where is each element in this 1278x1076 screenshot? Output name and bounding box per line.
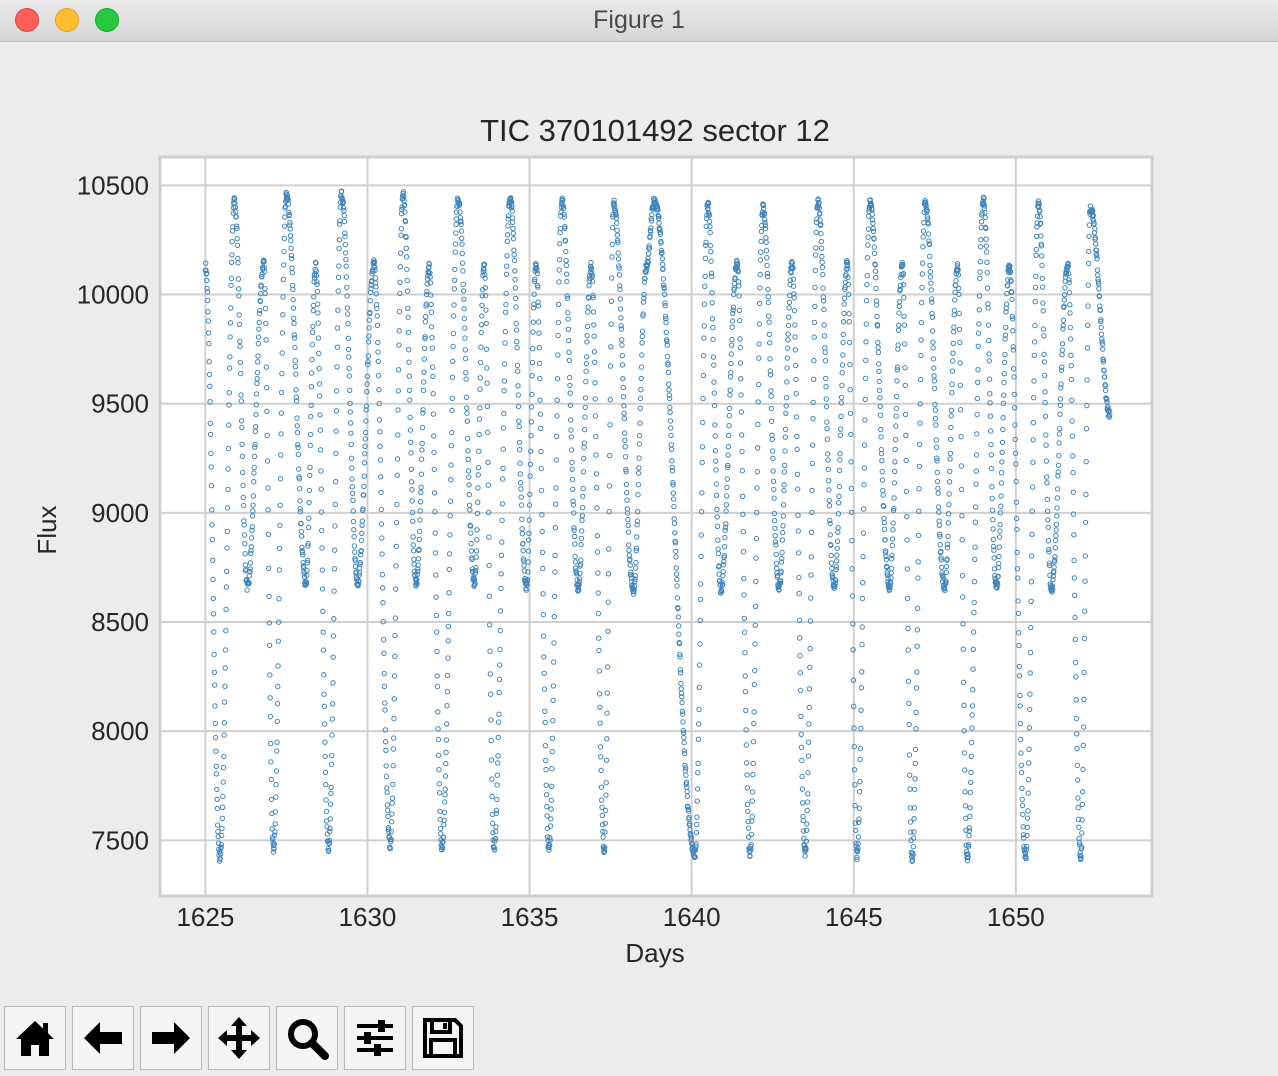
y-tick-label: 8500 <box>91 607 149 637</box>
y-axis-label: Flux <box>32 505 62 554</box>
y-tick-label: 10000 <box>77 280 149 310</box>
light-curve-chart[interactable]: TIC 370101492 sector 12 1625 1630 1635 1640… <box>0 42 1278 1000</box>
configure-subplots-button[interactable] <box>344 1006 406 1070</box>
x-axis-label: Days <box>625 938 684 968</box>
window-titlebar: Figure 1 <box>0 0 1278 42</box>
zoom-button[interactable] <box>276 1006 338 1070</box>
x-tick-label: 1630 <box>339 902 397 932</box>
save-button[interactable] <box>412 1006 474 1070</box>
x-tick-label: 1645 <box>825 902 883 932</box>
sliders-icon <box>357 1020 393 1056</box>
y-tick-label: 9000 <box>91 498 149 528</box>
y-tick-label: 8000 <box>91 716 149 746</box>
navigation-toolbar <box>0 1002 1278 1076</box>
arrow-right-icon <box>152 1022 190 1054</box>
move-icon <box>218 1017 260 1059</box>
back-button[interactable] <box>72 1006 134 1070</box>
arrow-left-icon <box>84 1022 122 1054</box>
x-tick-label: 1625 <box>176 902 234 932</box>
floppy-icon <box>423 1018 463 1058</box>
y-tick-label: 9500 <box>91 389 149 419</box>
x-tick-label: 1635 <box>501 902 559 932</box>
figure-window: Figure 1 TIC 370101492 sector 12 1625 163… <box>0 0 1278 1076</box>
x-tick-label: 1650 <box>987 902 1045 932</box>
figure-canvas[interactable]: TIC 370101492 sector 12 1625 1630 1635 1640… <box>0 42 1278 1000</box>
window-title: Figure 1 <box>593 6 685 34</box>
y-tick-label: 7500 <box>91 825 149 855</box>
home-icon <box>16 1021 54 1056</box>
y-tick-label: 10500 <box>77 170 149 200</box>
x-tick-label: 1640 <box>663 902 721 932</box>
pan-button[interactable] <box>208 1006 270 1070</box>
home-button[interactable] <box>4 1006 66 1070</box>
forward-button[interactable] <box>140 1006 202 1070</box>
plot-area[interactable] <box>158 155 1154 898</box>
chart-title: TIC 370101492 sector 12 <box>480 113 830 148</box>
magnifier-icon <box>288 1019 329 1060</box>
